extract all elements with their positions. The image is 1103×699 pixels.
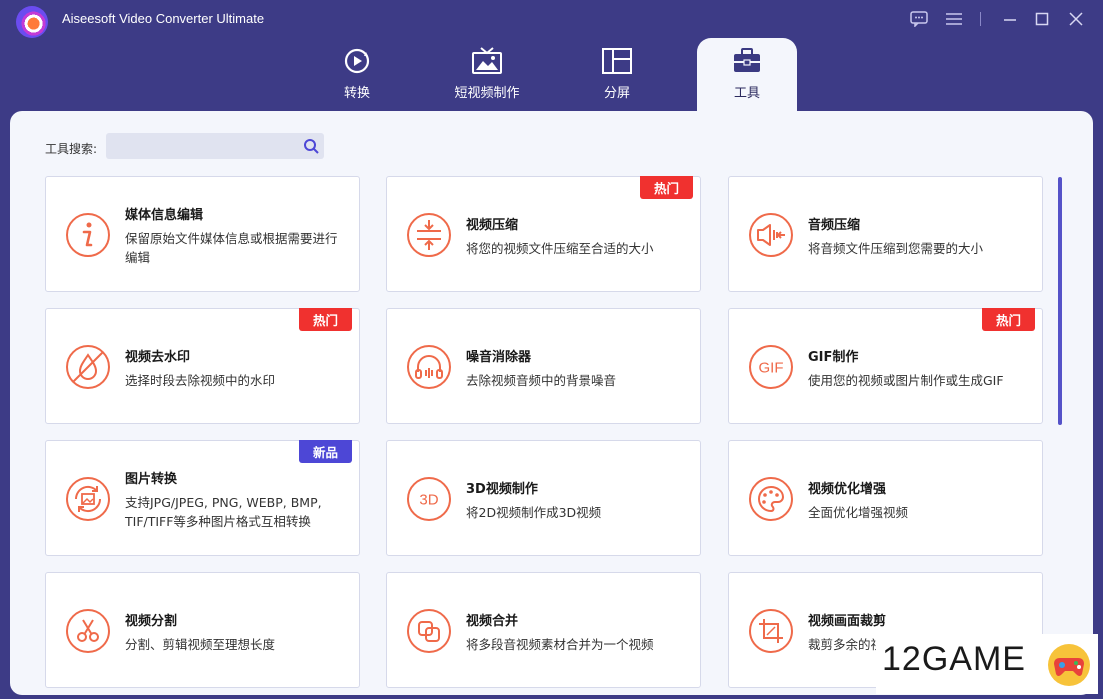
tool-desc: 选择时段去除视频中的水印 — [125, 373, 276, 388]
tool-desc: 支持JPG/JPEG, PNG, WEBP, BMP, TIF/TIFF等多种图… — [125, 495, 322, 529]
tool-title: 音频压缩 — [808, 218, 861, 233]
tool-card-3d-maker[interactable]: 3D 3D视频制作 将2D视频制作成3D视频 — [386, 440, 701, 556]
tool-title: 视频优化增强 — [808, 482, 887, 497]
tool-title: 3D视频制作 — [466, 482, 538, 497]
scissors-icon — [66, 609, 110, 653]
compress-icon — [407, 213, 451, 257]
tool-card-video-enhancer[interactable]: 视频优化增强 全面优化增强视频 — [728, 440, 1043, 556]
tab-convert[interactable]: 转换 — [307, 38, 407, 112]
tool-card-watermark-remover[interactable]: 视频去水印 选择时段去除视频中的水印 热门 — [45, 308, 360, 424]
info-icon — [66, 213, 110, 257]
tool-desc: 使用您的视频或图片制作或生成GIF — [808, 373, 1004, 388]
hot-badge: 热门 — [982, 308, 1035, 331]
tool-title: 视频画面裁剪 — [808, 614, 887, 629]
tool-title: 视频去水印 — [125, 350, 191, 365]
app-title: Aiseesoft Video Converter Ultimate — [62, 11, 265, 26]
search-input[interactable] — [106, 133, 296, 159]
title-separator — [980, 12, 981, 26]
game-controller-icon — [1048, 644, 1090, 686]
headphones-icon — [407, 345, 451, 389]
svg-text:GIF: GIF — [759, 360, 784, 377]
tool-desc: 将音频文件压缩到您需要的大小 — [808, 241, 984, 256]
collage-icon — [601, 45, 633, 77]
title-bar: Aiseesoft Video Converter Ultimate — [0, 0, 1103, 38]
tool-desc: 去除视频音频中的背景噪音 — [466, 373, 617, 388]
search-icon[interactable] — [303, 138, 319, 154]
mv-icon — [471, 45, 503, 77]
gif-icon: GIF — [749, 345, 793, 389]
watermark-text: 12GAME — [882, 640, 1026, 678]
tool-card-video-split[interactable]: 视频分割 分割、剪辑视频至理想长度 — [45, 572, 360, 688]
tool-desc: 将2D视频制作成3D视频 — [466, 505, 602, 520]
tool-card-image-converter[interactable]: 图片转换 支持JPG/JPEG, PNG, WEBP, BMP, TIF/TIF… — [45, 440, 360, 556]
tool-card-audio-compress[interactable]: 音频压缩 将音频文件压缩到您需要的大小 — [728, 176, 1043, 292]
tab-collage[interactable]: 分屏 — [567, 38, 667, 112]
tab-mv[interactable]: 短视频制作 — [437, 38, 537, 112]
palette-icon — [749, 477, 793, 521]
tool-title: 噪音消除器 — [466, 350, 532, 365]
convert-icon — [341, 45, 373, 77]
site-watermark: 12GAME — [876, 634, 1098, 694]
app-logo-icon — [16, 6, 48, 38]
tool-card-media-info[interactable]: 媒体信息编辑 保留原始文件媒体信息或根据需要进行编辑 — [45, 176, 360, 292]
minimize-icon[interactable] — [999, 8, 1021, 30]
search-box — [106, 133, 324, 159]
tool-title: 图片转换 — [125, 472, 178, 487]
tool-desc: 分割、剪辑视频至理想长度 — [125, 637, 276, 652]
crop-icon — [749, 609, 793, 653]
maximize-icon[interactable] — [1031, 8, 1053, 30]
toolbox-icon — [731, 45, 763, 77]
tab-label: 转换 — [343, 86, 370, 101]
tool-card-noise-remover[interactable]: 噪音消除器 去除视频音频中的背景噪音 — [386, 308, 701, 424]
image-convert-icon — [66, 477, 110, 521]
menu-icon[interactable] — [943, 8, 965, 30]
new-badge: 新品 — [299, 440, 352, 463]
tool-card-video-merge[interactable]: 视频合并 将多段音视频素材合并为一个视频 — [386, 572, 701, 688]
tool-card-video-compress[interactable]: 视频压缩 将您的视频文件压缩至合适的大小 热门 — [386, 176, 701, 292]
watermark-remove-icon — [66, 345, 110, 389]
search-label: 工具搜索: — [45, 142, 98, 156]
close-icon[interactable] — [1065, 8, 1087, 30]
3d-icon: 3D — [407, 477, 451, 521]
tool-title: GIF制作 — [808, 350, 859, 365]
svg-text:3D: 3D — [419, 492, 438, 509]
main-tabs: 转换 短视频制作 分屏 工具 — [0, 38, 1103, 112]
hot-badge: 热门 — [299, 308, 352, 331]
toolbox-panel: 工具搜索: 媒体信息编辑 保留原始文件媒体信息或根据需要进行编辑 视频压缩 将您… — [10, 111, 1093, 695]
hot-badge: 热门 — [640, 176, 693, 199]
tab-label: 分屏 — [603, 86, 630, 101]
tool-title: 视频分割 — [125, 614, 178, 629]
feedback-icon[interactable] — [908, 8, 930, 30]
tool-desc: 全面优化增强视频 — [808, 505, 909, 520]
tab-label: 工具 — [733, 86, 760, 101]
tool-title: 视频合并 — [466, 614, 519, 629]
audio-compress-icon — [749, 213, 793, 257]
merge-icon — [407, 609, 451, 653]
scrollbar[interactable] — [1058, 177, 1062, 425]
tool-title: 媒体信息编辑 — [125, 208, 204, 223]
tool-desc: 保留原始文件媒体信息或根据需要进行编辑 — [125, 231, 338, 265]
tab-label: 短视频制作 — [454, 86, 520, 101]
tool-desc: 将多段音视频素材合并为一个视频 — [466, 637, 654, 652]
tool-card-gif-maker[interactable]: GIF GIF制作 使用您的视频或图片制作或生成GIF 热门 — [728, 308, 1043, 424]
tab-toolbox[interactable]: 工具 — [697, 38, 797, 112]
tool-desc: 将您的视频文件压缩至合适的大小 — [466, 241, 654, 256]
tool-title: 视频压缩 — [466, 218, 519, 233]
